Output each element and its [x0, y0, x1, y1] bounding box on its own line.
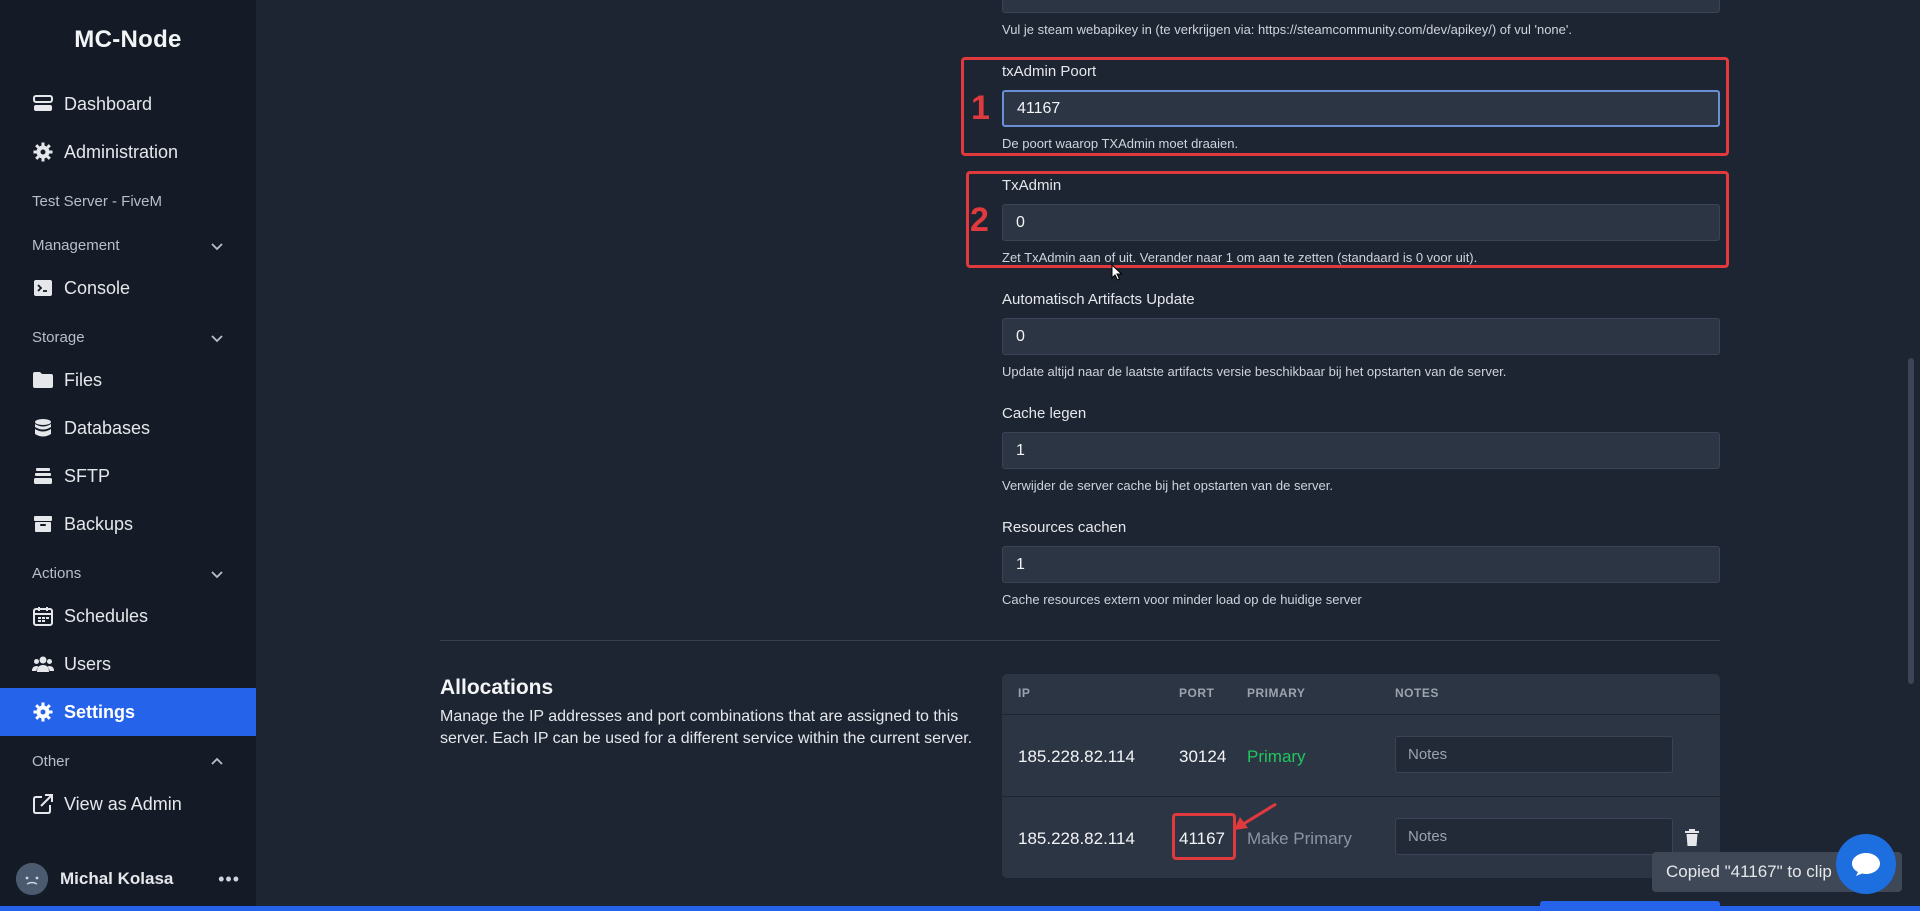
make-primary-button[interactable]: Make Primary [1247, 829, 1352, 849]
chevron-down-icon [211, 334, 223, 342]
column-header-port: PORT [1179, 686, 1215, 700]
chevron-up-icon [211, 757, 223, 765]
section-label: Actions [32, 565, 82, 582]
user-profile[interactable]: Michal Kolasa ••• [16, 862, 240, 896]
sidebar-item-view-as-admin[interactable]: View as Admin [0, 780, 256, 828]
users-icon [32, 653, 54, 675]
sidebar-item-label: Administration [64, 141, 179, 162]
database-icon [32, 417, 54, 439]
sidebar-item-label: Files [64, 369, 103, 390]
table-row: 185.228.82.114 30124 Primary Notes [1002, 714, 1720, 796]
sidebar-item-label: Backups [64, 513, 134, 534]
sidebar-item-label: SFTP [64, 465, 111, 486]
allocations-description: Manage the IP addresses and port combina… [440, 708, 973, 747]
user-name: Michal Kolasa [60, 869, 174, 888]
chat-icon [1852, 853, 1880, 876]
artifacts-label: Automatisch Artifacts Update [1002, 291, 1195, 308]
allocations-table: IP PORT PRIMARY NOTES 185.228.82.114 301… [1002, 674, 1720, 878]
allocations-title: Allocations [440, 676, 554, 699]
cache-help: Verwijder de server cache bij het opstar… [1002, 478, 1333, 493]
sidebar-item-sftp[interactable]: SFTP [0, 452, 256, 500]
allocation-ip[interactable]: 185.228.82.114 [1018, 747, 1135, 767]
notes-placeholder: Notes [1408, 746, 1448, 763]
notes-input[interactable]: Notes [1395, 818, 1673, 855]
input-value: 0 [1016, 327, 1025, 345]
resources-input[interactable]: 1 [1002, 546, 1720, 583]
server-icon [32, 93, 54, 115]
annotation-box-2 [966, 171, 1729, 268]
brand-logo: MC-Node [74, 26, 182, 53]
table-row: 185.228.82.114 41167 Make Primary Notes [1002, 796, 1720, 878]
sidebar-item-label: Users [64, 653, 112, 674]
chevron-down-icon [211, 242, 223, 250]
sidebar: MC-Node Dashboard Administration Test Se… [0, 0, 256, 911]
notes-placeholder: Notes [1408, 828, 1448, 845]
trash-icon[interactable] [1684, 829, 1700, 847]
annotation-box-1 [961, 57, 1729, 156]
sidebar-item-label: Databases [64, 417, 151, 438]
more-options-icon[interactable]: ••• [218, 869, 240, 890]
section-actions[interactable]: Actions [32, 565, 224, 582]
annotation-box-port [1172, 813, 1236, 860]
archive-icon [32, 513, 54, 535]
section-other[interactable]: Other [32, 753, 224, 770]
sidebar-item-console[interactable]: Console [0, 264, 256, 312]
column-header-primary: PRIMARY [1247, 686, 1306, 700]
section-divider [440, 640, 1720, 641]
sidebar-item-label: View as Admin [64, 793, 182, 814]
section-label: Other [32, 753, 70, 770]
input-value: 1 [1016, 441, 1025, 459]
external-link-icon [32, 793, 54, 815]
annotation-number-1: 1 [971, 89, 990, 127]
section-management[interactable]: Management [32, 237, 224, 254]
allocation-port[interactable]: 30124 [1179, 747, 1226, 767]
section-storage[interactable]: Storage [32, 329, 224, 346]
section-label: Storage [32, 329, 85, 346]
sidebar-item-administration[interactable]: Administration [0, 128, 256, 176]
gear-icon [32, 701, 54, 723]
gear-icon [32, 141, 54, 163]
resources-label: Resources cachen [1002, 519, 1127, 536]
sidebar-item-files[interactable]: Files [0, 356, 256, 404]
folder-icon [32, 369, 54, 391]
column-header-ip: IP [1018, 686, 1031, 700]
resources-help: Cache resources extern voor minder load … [1002, 592, 1362, 607]
sidebar-item-label: Dashboard [64, 93, 153, 114]
calendar-icon [32, 605, 54, 627]
sidebar-item-schedules[interactable]: Schedules [0, 592, 256, 640]
steam-key-help: Vul je steam webapikey in (te verkrijgen… [1002, 22, 1572, 37]
sidebar-item-dashboard[interactable]: Dashboard [0, 80, 256, 128]
artifacts-help: Update altijd naar de laatste artifacts … [1002, 364, 1507, 379]
sidebar-item-label: Schedules [64, 605, 149, 626]
avatar [16, 863, 48, 895]
server-name: Test Server - FiveM [32, 193, 163, 210]
cache-label: Cache legen [1002, 405, 1087, 422]
sidebar-item-settings[interactable]: Settings [0, 688, 256, 736]
primary-badge: Primary [1247, 747, 1306, 766]
bottom-accent-bar [0, 906, 1920, 911]
allocation-ip[interactable]: 185.228.82.114 [1018, 829, 1135, 849]
terminal-icon [32, 277, 54, 299]
chevron-down-icon [211, 570, 223, 578]
sidebar-item-backups[interactable]: Backups [0, 500, 256, 548]
input-value: 1 [1016, 555, 1025, 573]
layers-icon [32, 465, 54, 487]
notes-input[interactable]: Notes [1395, 736, 1673, 773]
sidebar-item-label: Settings [64, 701, 136, 722]
annotation-number-2: 2 [970, 201, 989, 239]
scrollbar[interactable] [1908, 358, 1914, 684]
artifacts-input[interactable]: 0 [1002, 318, 1720, 355]
annotation-arrow-icon [1234, 802, 1277, 830]
steam-key-input[interactable] [1002, 0, 1720, 13]
chat-button[interactable] [1836, 834, 1896, 894]
sidebar-item-label: Console [64, 277, 131, 298]
sidebar-item-users[interactable]: Users [0, 640, 256, 688]
column-header-notes: NOTES [1395, 686, 1439, 700]
cache-input[interactable]: 1 [1002, 432, 1720, 469]
section-label: Management [32, 237, 120, 254]
sidebar-item-databases[interactable]: Databases [0, 404, 256, 452]
mouse-cursor-icon [1111, 264, 1123, 281]
